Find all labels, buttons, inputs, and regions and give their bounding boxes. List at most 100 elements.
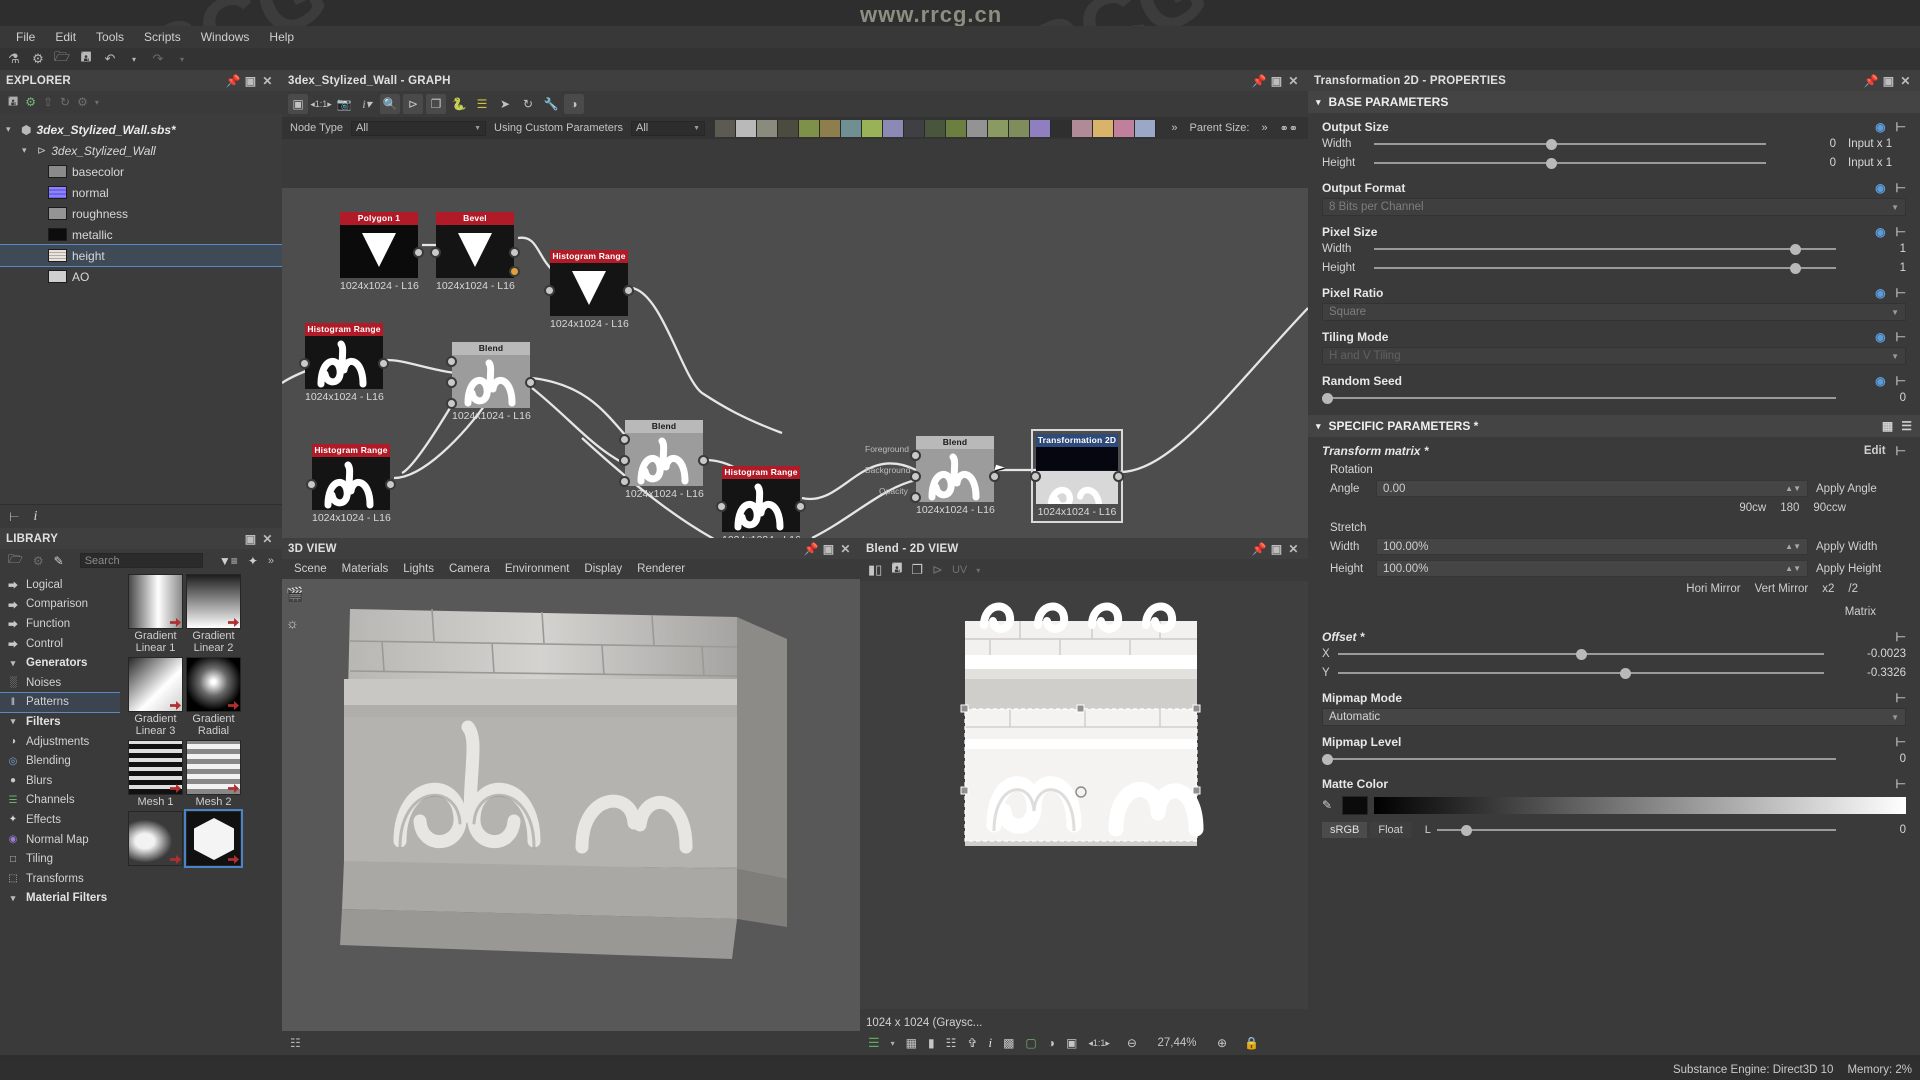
- library-item[interactable]: Gradient Radial: [186, 657, 241, 737]
- uv-label[interactable]: UV: [952, 564, 967, 576]
- preview-icon[interactable]: ◑: [564, 94, 584, 114]
- library-category-function[interactable]: ⮕ Function: [0, 614, 120, 634]
- new-folder-icon[interactable]: 🗁: [8, 550, 23, 571]
- hori-mirror-button[interactable]: Hori Mirror: [1686, 583, 1740, 595]
- alpha-icon[interactable]: ▦: [906, 1036, 917, 1050]
- matte-color-mode-row[interactable]: sRGB Float L 0: [1322, 820, 1906, 840]
- eyedropper-icon[interactable]: ✎: [1322, 798, 1342, 812]
- search-input[interactable]: Search: [79, 553, 203, 568]
- output-format-select[interactable]: 8 Bits per Channel ▼: [1322, 198, 1906, 216]
- swatch-alpha01-icon[interactable]: [1051, 119, 1073, 137]
- save-icon[interactable]: 🖪: [76, 49, 96, 68]
- preset-list-icon[interactable]: ☰: [1901, 419, 1912, 433]
- library-item-thumbnail[interactable]: [128, 740, 183, 795]
- scale-x2-button[interactable]: x2: [1822, 583, 1834, 595]
- library-item-thumbnail[interactable]: [186, 657, 241, 712]
- graph-node-secondary-port[interactable]: [509, 265, 520, 277]
- graph-node-input-port[interactable]: [306, 478, 317, 490]
- graph-node[interactable]: Blend 1024x1024 - L16: [446, 342, 536, 422]
- graph-node-output-port[interactable]: [795, 500, 806, 512]
- upload-icon[interactable]: ⇧: [43, 95, 53, 109]
- graph-node-input-port[interactable]: [1030, 470, 1041, 482]
- close-icon[interactable]: ✕: [1285, 72, 1302, 89]
- library-item-thumbnail[interactable]: [128, 574, 183, 629]
- pin-icon[interactable]: 📌: [1863, 72, 1880, 89]
- link-toggle-icon[interactable]: ⚭⚭: [1276, 122, 1304, 135]
- offset-y-row[interactable]: Y -0.3326: [1322, 663, 1906, 682]
- explorer-output-roughness[interactable]: roughness: [0, 203, 282, 224]
- output-size-width-row[interactable]: Width 0 Input x 1: [1322, 134, 1906, 153]
- view3d-menu-display[interactable]: Display: [584, 563, 622, 575]
- add-filter-icon[interactable]: ⚙: [33, 554, 44, 568]
- graph-node-input-port[interactable]: [619, 433, 630, 445]
- duplicate-icon[interactable]: ❐: [426, 94, 446, 114]
- graph-node-input-port[interactable]: [910, 470, 921, 482]
- swatch-curvepoints-icon[interactable]: [1072, 119, 1094, 137]
- stretch-width-input[interactable]: 100.00% ▲▼: [1376, 538, 1808, 555]
- library-category-blurs[interactable]: ● Blurs: [0, 771, 120, 791]
- save-icon[interactable]: 🖪: [8, 92, 18, 113]
- stretch-height-input[interactable]: 100.00% ▲▼: [1376, 560, 1808, 577]
- section-base-parameters[interactable]: ▾ BASE PARAMETERS: [1308, 91, 1920, 113]
- zoom-value[interactable]: 27,44%: [1148, 1037, 1206, 1049]
- offset-x-slider[interactable]: [1338, 647, 1824, 661]
- swatch-levels-icon[interactable]: [988, 119, 1010, 137]
- chevron-down-icon[interactable]: ▾: [22, 145, 32, 156]
- function-graph-icon[interactable]: ⊢: [1896, 374, 1906, 388]
- close-icon[interactable]: ✕: [1285, 540, 1302, 557]
- swatch-tile-icon[interactable]: [904, 119, 926, 137]
- graph-node-input-port[interactable]: [446, 397, 457, 409]
- refresh-icon[interactable]: ↻: [60, 95, 70, 109]
- library-item-thumbnail[interactable]: [186, 740, 241, 795]
- maximize-icon[interactable]: ▣: [1268, 540, 1285, 557]
- sort-icon[interactable]: ☰: [472, 94, 492, 114]
- tree-row-graph[interactable]: ▾ ⊳ 3dex_Stylized_Wall: [0, 140, 282, 161]
- info-icon[interactable]: i: [988, 1035, 992, 1051]
- swatch-text-icon[interactable]: [1114, 119, 1136, 137]
- random-seed-slider[interactable]: [1322, 391, 1836, 405]
- library-category-patterns[interactable]: ‖ Patterns: [0, 691, 120, 714]
- graph-node[interactable]: Histogram Range 1024x1024 - L16: [544, 250, 634, 330]
- zoom-in-icon[interactable]: ⊕: [1217, 1036, 1227, 1050]
- ratio-1-1-icon[interactable]: ◂1:1▸: [310, 94, 332, 114]
- output-size-height-slider[interactable]: [1374, 156, 1766, 170]
- graph-node-input-port[interactable]: [299, 357, 310, 369]
- section-specific-parameters[interactable]: ▾ SPECIFIC PARAMETERS * ▦ ☰: [1308, 415, 1920, 437]
- maximize-icon[interactable]: ▣: [820, 540, 837, 557]
- function-graph-icon[interactable]: ⊢: [1896, 330, 1906, 344]
- rotate-90ccw-button[interactable]: 90ccw: [1813, 502, 1846, 514]
- scale-half-button[interactable]: /2: [1848, 583, 1858, 595]
- graph-node-output-port[interactable]: [413, 246, 424, 258]
- link-refresh-icon[interactable]: ⚙: [77, 95, 88, 109]
- magic-add-icon[interactable]: ✦: [248, 554, 258, 568]
- swatch-mirror-icon[interactable]: [1093, 119, 1115, 137]
- output-size-width-slider[interactable]: [1374, 137, 1766, 151]
- graph-node-input-port[interactable]: [430, 246, 441, 258]
- mipmap-level-slider[interactable]: [1322, 752, 1836, 766]
- view3d-settings-icon[interactable]: ☷: [290, 1036, 301, 1050]
- function-graph-icon[interactable]: ⊢: [1896, 691, 1906, 705]
- pixel-size-height-slider[interactable]: [1374, 261, 1836, 275]
- graph-node-input-port[interactable]: [446, 355, 457, 367]
- swatch-shuffle-icon[interactable]: [778, 119, 800, 137]
- explorer-output-height[interactable]: height: [0, 244, 283, 267]
- library-category-blending[interactable]: ◎ Blending: [0, 751, 120, 771]
- view3d-viewport[interactable]: [282, 579, 860, 1031]
- swatch-link-icon[interactable]: [967, 119, 989, 137]
- dropdown-icon[interactable]: ▾: [95, 98, 99, 107]
- function-graph-icon[interactable]: ⊢: [1896, 120, 1906, 134]
- output-size-height-mode[interactable]: Input x 1: [1836, 157, 1906, 169]
- library-category-filters[interactable]: ▾ Filters: [0, 712, 120, 732]
- view3d-menu-environment[interactable]: Environment: [505, 563, 570, 575]
- swatch-gradient-icon[interactable]: [925, 119, 947, 137]
- graph-node[interactable]: Histogram Range 1024x1024 - L16: [306, 444, 396, 524]
- function-graph-icon[interactable]: ⊢: [1896, 630, 1906, 644]
- graph-node-input-port[interactable]: [910, 449, 921, 461]
- matte-color-row[interactable]: ✎: [1322, 794, 1906, 816]
- library-item[interactable]: Gradient Linear 2: [186, 574, 241, 654]
- graph-node-output-port[interactable]: [378, 357, 389, 369]
- view3d-menu-camera[interactable]: Camera: [449, 563, 490, 575]
- library-item[interactable]: Mesh 1: [128, 740, 183, 808]
- graph-node-input-port[interactable]: [619, 475, 630, 487]
- chevron-down-icon[interactable]: ▾: [6, 124, 16, 135]
